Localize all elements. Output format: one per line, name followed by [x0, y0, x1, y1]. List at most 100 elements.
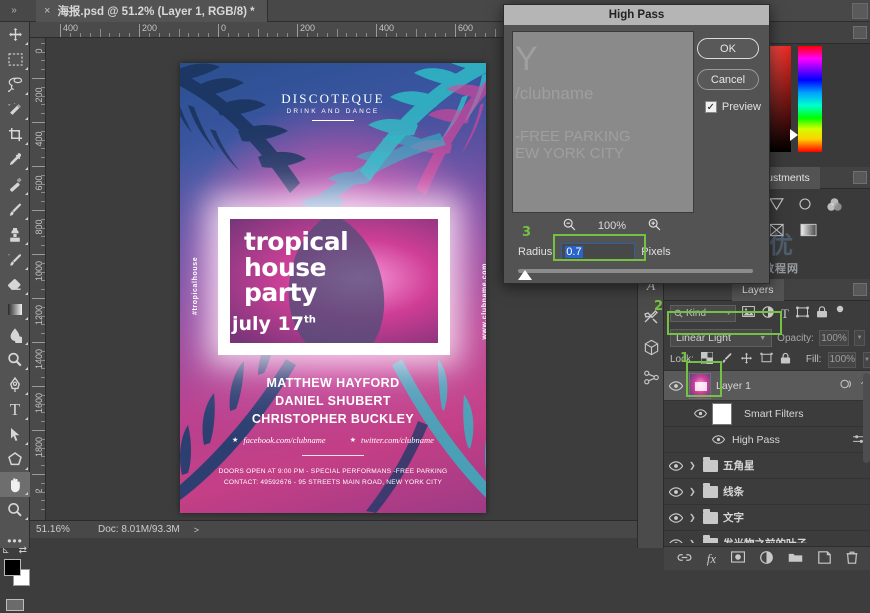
chevron-right-icon[interactable]: ❯: [689, 513, 698, 522]
preview-checkbox-row[interactable]: ✓ Preview: [705, 101, 761, 113]
layer-group-row[interactable]: ❯ 文字: [664, 505, 870, 531]
layer-group-row[interactable]: ❯ 线条: [664, 479, 870, 505]
marquee-tool[interactable]: [0, 47, 30, 72]
move-tool[interactable]: [0, 22, 30, 47]
eye-icon[interactable]: [710, 435, 726, 444]
crop-tool[interactable]: [0, 122, 30, 147]
opacity-value[interactable]: 100%: [819, 330, 849, 346]
link-layers-icon[interactable]: [677, 552, 692, 566]
history-brush-tool[interactable]: [0, 247, 30, 272]
type-tool[interactable]: T: [0, 397, 30, 422]
filter-smartobject-icon[interactable]: [816, 306, 828, 321]
document-tab[interactable]: × 海报.psd @ 51.2% (Layer 1, RGB/8) *: [36, 0, 268, 22]
clone-stamp-tool[interactable]: [0, 222, 30, 247]
lock-position-icon[interactable]: [740, 352, 753, 368]
lock-image-icon[interactable]: [720, 352, 733, 368]
layer-group-name[interactable]: 发光物之前的叶子: [723, 536, 807, 543]
lock-artboard-icon[interactable]: [760, 352, 773, 367]
chevron-right-icon[interactable]: ❯: [689, 539, 698, 543]
paths-panel-icon[interactable]: [638, 362, 664, 392]
high-pass-dialog[interactable]: High Pass Y /clubname -FREE PARKING EW Y…: [503, 4, 770, 284]
new-adjustment-layer-icon[interactable]: [760, 551, 773, 567]
zoom-out-icon[interactable]: [563, 218, 576, 234]
layer-row-layer-1[interactable]: Layer 1 ⌃: [664, 371, 870, 401]
layer-thumbnail[interactable]: [689, 373, 711, 399]
add-mask-icon[interactable]: [731, 551, 745, 566]
layer-style-fx-icon[interactable]: fx: [707, 551, 716, 567]
eye-icon[interactable]: [668, 461, 684, 471]
filter-shape-icon[interactable]: [796, 306, 809, 321]
opacity-chevron-down-icon[interactable]: ▼: [854, 330, 865, 346]
layer-group-name[interactable]: 文字: [723, 510, 744, 525]
radius-input[interactable]: 0.7: [561, 243, 635, 260]
preview-checkbox[interactable]: ✓: [705, 101, 717, 113]
brush-tool[interactable]: [0, 197, 30, 222]
lasso-tool[interactable]: [0, 72, 30, 97]
layers-panel-menu-icon[interactable]: [853, 283, 867, 296]
layer-name[interactable]: Layer 1: [716, 380, 751, 392]
color-panel-menu-icon[interactable]: [853, 26, 867, 39]
healing-brush-tool[interactable]: [0, 172, 30, 197]
adjustments-panel-menu-icon[interactable]: [853, 171, 867, 184]
foreground-color-swatch[interactable]: [4, 559, 21, 576]
dialog-preview[interactable]: Y /clubname -FREE PARKING EW YORK CITY: [512, 31, 694, 213]
delete-layer-icon[interactable]: [846, 551, 858, 567]
zoom-in-icon[interactable]: [648, 218, 661, 234]
arrange-documents-icon[interactable]: [852, 3, 868, 19]
eye-icon[interactable]: [692, 409, 708, 418]
hue-saturation-adjustment-icon[interactable]: [824, 195, 844, 213]
layer-filter-kind-select[interactable]: Kind ▼: [670, 305, 736, 322]
eyedropper-tool[interactable]: [0, 147, 30, 172]
ok-button[interactable]: OK: [697, 38, 759, 59]
filter-name[interactable]: High Pass: [732, 434, 780, 446]
shape-tool[interactable]: [0, 447, 30, 472]
smart-filters-row[interactable]: Smart Filters: [664, 401, 870, 427]
quick-mask-toggle[interactable]: [0, 597, 30, 613]
fill-chevron-down-icon[interactable]: ▼: [863, 352, 870, 368]
gradient-map-adjustment-icon[interactable]: [798, 221, 818, 239]
artboard[interactable]: DISCOTEQUE DRINK AND DANCE tropical hous…: [180, 63, 486, 513]
close-icon[interactable]: ×: [44, 5, 50, 17]
vertical-ruler[interactable]: 0200400600800100012001400160018002: [30, 38, 46, 520]
blend-mode-select[interactable]: Linear Light ▼: [670, 329, 772, 347]
eye-icon[interactable]: [668, 487, 684, 497]
gradient-tool[interactable]: [0, 297, 30, 322]
smart-filter-badge-icon[interactable]: [840, 379, 854, 392]
path-selection-tool[interactable]: [0, 422, 30, 447]
blur-tool[interactable]: [0, 322, 30, 347]
fill-value[interactable]: 100%: [828, 352, 856, 368]
radius-slider-knob[interactable]: [518, 270, 532, 280]
new-layer-icon[interactable]: [818, 551, 831, 567]
layer-group-name[interactable]: 五角星: [723, 458, 755, 473]
reset-colors-icon[interactable]: ⊾: [2, 545, 10, 556]
filter-row-high-pass[interactable]: High Pass: [664, 427, 870, 453]
hand-tool[interactable]: [0, 472, 30, 497]
3d-panel-icon[interactable]: [638, 332, 664, 362]
new-group-icon[interactable]: [788, 551, 803, 566]
collapse-panels-icon[interactable]: »: [4, 3, 24, 19]
lock-all-icon[interactable]: [780, 352, 791, 368]
magic-wand-tool[interactable]: [0, 97, 30, 122]
eye-icon[interactable]: [668, 381, 684, 391]
zoom-tool[interactable]: [0, 497, 30, 522]
layer-group-name[interactable]: 线条: [723, 484, 744, 499]
layer-group-row[interactable]: ❯ 发光物之前的叶子: [664, 531, 870, 543]
dodge-tool[interactable]: [0, 347, 30, 372]
filter-adjustment-icon[interactable]: [762, 306, 774, 321]
cancel-button[interactable]: Cancel: [697, 69, 759, 90]
radius-slider-track[interactable]: [518, 269, 753, 273]
vibrance-adjustment-icon[interactable]: [798, 195, 812, 213]
eye-icon[interactable]: [668, 513, 684, 523]
layers-scrollbar[interactable]: [863, 373, 870, 463]
hue-slider[interactable]: [798, 46, 822, 152]
eraser-tool[interactable]: [0, 272, 30, 297]
swap-colors-icon[interactable]: ⇄: [19, 545, 27, 556]
zoom-level[interactable]: 51.16%: [30, 524, 88, 535]
smart-filter-mask-thumbnail[interactable]: [712, 403, 732, 425]
chevron-right-icon[interactable]: ❯: [689, 461, 698, 470]
pen-tool[interactable]: [0, 372, 30, 397]
filter-toggle-icon[interactable]: [835, 305, 845, 322]
eye-icon[interactable]: [668, 539, 684, 544]
status-expand-icon[interactable]: >: [194, 525, 199, 535]
layer-group-row[interactable]: ❯ 五角星: [664, 453, 870, 479]
